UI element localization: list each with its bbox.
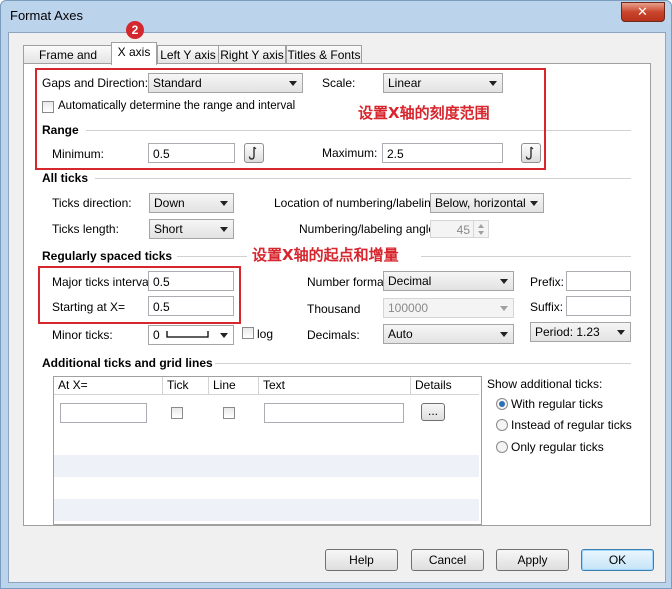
format-axes-dialog: Format Axes ✕ Frame and Origin X axis 2 …: [0, 0, 672, 589]
regular-ticks-heading: Regularly spaced ticks: [42, 249, 173, 263]
regular-ticks-divider-right: [421, 256, 631, 257]
tab-right-y-axis[interactable]: Right Y axis: [218, 45, 286, 64]
title-bar[interactable]: Format Axes ✕: [1, 1, 671, 31]
minor-ticks-label: Minor ticks:: [52, 328, 113, 342]
chevron-down-icon: [500, 279, 508, 284]
chevron-down-icon: [530, 201, 538, 206]
col-at-x: At X=: [54, 377, 163, 394]
col-details: Details: [415, 378, 452, 392]
radio-with-regular-label: With regular ticks: [511, 397, 604, 411]
tab-frame-and-origin[interactable]: Frame and Origin: [23, 45, 113, 80]
radio-instead-of-regular[interactable]: [496, 419, 508, 431]
regular-ticks-divider-left: [177, 256, 247, 257]
close-button[interactable]: ✕: [621, 2, 665, 22]
additional-divider: [215, 363, 631, 364]
all-ticks-heading: All ticks: [42, 171, 89, 185]
tick-checkbox[interactable]: [171, 407, 183, 419]
ticks-direction-value: Down: [154, 196, 185, 210]
help-button[interactable]: Help: [325, 549, 398, 571]
all-ticks-divider: [95, 178, 631, 179]
spin-up-icon: [478, 224, 484, 228]
col-line: Line: [209, 377, 259, 394]
ticks-length-value: Short: [154, 222, 183, 236]
spin-down-icon: [478, 231, 484, 235]
minor-ticks-select[interactable]: 0: [148, 325, 234, 345]
col-tick: Tick: [163, 377, 209, 394]
step-badge: 2: [126, 21, 144, 39]
prefix-input[interactable]: [566, 271, 631, 291]
log-label: log: [257, 327, 274, 341]
decimals-select[interactable]: Auto: [383, 324, 514, 344]
number-format-value: Decimal: [388, 274, 432, 288]
ticks-length-label: Ticks length:: [52, 222, 119, 236]
dialog-title: Format Axes: [10, 8, 83, 23]
range-highlight-box: [35, 68, 546, 170]
decimals-value: Auto: [388, 327, 413, 341]
table-row: ...: [54, 395, 479, 425]
period-value: Period: 1.23: [535, 325, 600, 339]
tick-preview-icon: [166, 331, 209, 338]
number-format-select[interactable]: Decimal: [383, 271, 514, 291]
angle-label: Numbering/labeling angle:: [299, 222, 439, 236]
location-select[interactable]: Below, horizontal: [430, 193, 544, 213]
chevron-down-icon: [220, 227, 228, 232]
number-format-label: Number format:: [307, 275, 391, 289]
minor-ticks-value: 0: [153, 328, 160, 342]
chevron-down-icon: [220, 333, 228, 338]
period-select[interactable]: Period: 1.23: [530, 322, 631, 342]
table-row: [54, 455, 479, 477]
chevron-down-icon: [500, 306, 508, 311]
cancel-button[interactable]: Cancel: [411, 549, 484, 571]
additional-ticks-grid: At X= Tick Line Text Details ...: [53, 376, 482, 525]
radio-only-regular-label: Only regular ticks: [511, 440, 604, 454]
ticks-highlight-box: [38, 266, 241, 324]
additional-heading: Additional ticks and grid lines: [42, 356, 213, 370]
thousand-select[interactable]: 100000: [383, 298, 514, 318]
ticks-length-select[interactable]: Short: [149, 219, 234, 239]
details-button[interactable]: ...: [421, 403, 445, 421]
ok-button[interactable]: OK: [581, 549, 654, 571]
at-x-input[interactable]: [60, 403, 147, 423]
thousand-value: 100000: [388, 301, 429, 315]
chevron-down-icon: [220, 201, 228, 206]
suffix-label: Suffix:: [530, 300, 564, 314]
chevron-down-icon: [617, 330, 625, 335]
ticks-direction-select[interactable]: Down: [149, 193, 234, 213]
ticks-direction-label: Ticks direction:: [52, 196, 132, 210]
prefix-label: Prefix:: [530, 275, 565, 289]
tab-titles-fonts[interactable]: Titles & Fonts: [286, 45, 362, 64]
suffix-input[interactable]: [566, 296, 631, 316]
radio-only-regular[interactable]: [496, 441, 508, 453]
show-additional-label: Show additional ticks:: [487, 377, 603, 391]
decimals-label: Decimals:: [307, 328, 360, 342]
text-input[interactable]: [264, 403, 404, 423]
tab-left-y-axis[interactable]: Left Y axis: [157, 45, 219, 64]
line-checkbox[interactable]: [223, 407, 235, 419]
col-text: Text: [259, 377, 411, 394]
apply-button[interactable]: Apply: [496, 549, 569, 571]
log-checkbox[interactable]: [242, 327, 254, 339]
location-label: Location of numbering/labeling:: [274, 196, 441, 210]
table-row: [54, 499, 479, 521]
angle-input[interactable]: 45: [430, 220, 474, 238]
ticks-annotation: 设置X轴的起点和增量: [252, 246, 399, 264]
grid-header: At X= Tick Line Text Details: [54, 377, 479, 395]
chevron-down-icon: [500, 332, 508, 337]
radio-instead-label: Instead of regular ticks: [511, 418, 632, 432]
tab-x-axis[interactable]: X axis: [111, 42, 157, 65]
tab-x-axis-label: X axis: [117, 45, 151, 59]
location-value: Below, horizontal: [435, 196, 526, 210]
angle-spinner[interactable]: [473, 220, 489, 238]
thousand-label: Thousand: [307, 302, 361, 316]
close-icon: ✕: [637, 4, 648, 19]
radio-with-regular[interactable]: [496, 398, 508, 410]
